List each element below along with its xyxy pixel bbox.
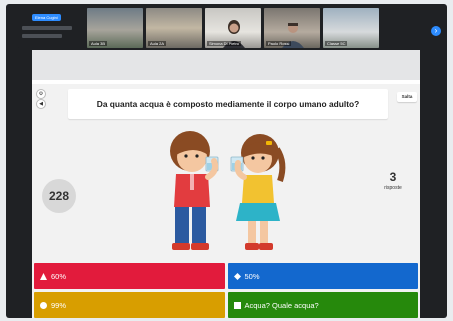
sound-icon[interactable]: ◀ xyxy=(36,99,46,109)
answer-option-circle[interactable]: 99% xyxy=(34,292,225,318)
skip-button[interactable]: Salta xyxy=(397,92,417,102)
answer-label: 99% xyxy=(51,300,67,310)
participant-name: Simona Di Pietro xyxy=(207,41,242,46)
triangle-icon xyxy=(40,272,47,280)
participant-tile[interactable]: Simona Di Pietro xyxy=(205,8,261,48)
participant-name: Classe 5C xyxy=(325,41,348,46)
answers-label: risposte xyxy=(384,185,402,191)
answer-grid: 60% 50% 99% Acqua? Quale acqua? xyxy=(34,263,418,318)
answer-option-square[interactable]: Acqua? Quale acqua? xyxy=(227,292,418,318)
girl-figure xyxy=(230,134,286,250)
blurred-text xyxy=(22,26,72,30)
question-text: Da quanta acqua è composto mediamente il… xyxy=(68,89,388,119)
answer-label: Acqua? Quale acqua? xyxy=(244,300,319,310)
participant-name-chip: Elena Cugini xyxy=(32,14,61,21)
next-page-arrow-icon[interactable]: › xyxy=(431,26,441,36)
participant-tile[interactable]: Classe 5C xyxy=(323,8,379,48)
participant-tile[interactable]: Paolo Rossi xyxy=(264,8,320,48)
answers-counter: 3 risposte xyxy=(370,170,416,191)
participant-tile[interactable]: Aula 2A xyxy=(146,8,202,48)
blurred-text xyxy=(22,34,62,38)
answer-option-triangle[interactable]: 60% xyxy=(34,263,225,289)
quiz-screen: ⚙ ◀ Da quanta acqua è composto mediament… xyxy=(32,84,420,318)
participant-strip: Elena Cugini Aula 3B Aula 2A Simona Di P… xyxy=(18,8,434,54)
participant-tile-self[interactable]: Elena Cugini xyxy=(18,8,84,48)
answer-label: 50% xyxy=(244,271,260,281)
countdown-timer: 228 xyxy=(42,179,76,213)
answer-label: 60% xyxy=(51,271,67,281)
meeting-window: Elena Cugini Aula 3B Aula 2A Simona Di P… xyxy=(6,4,447,318)
answer-option-diamond[interactable]: 50% xyxy=(227,263,418,289)
diamond-icon xyxy=(233,272,241,280)
kids-drinking-illustration xyxy=(170,131,286,250)
square-icon xyxy=(233,301,241,309)
participant-tile[interactable]: Aula 3B xyxy=(87,8,143,48)
boy-figure xyxy=(170,131,219,250)
answers-count: 3 xyxy=(389,170,397,184)
participant-name: Paolo Rossi xyxy=(266,41,292,46)
shared-screen-header xyxy=(32,50,420,80)
participant-name: Aula 3B xyxy=(89,41,108,46)
circle-icon xyxy=(40,301,47,309)
settings-icon[interactable]: ⚙ xyxy=(36,89,46,99)
participant-name: Aula 2A xyxy=(148,41,167,46)
